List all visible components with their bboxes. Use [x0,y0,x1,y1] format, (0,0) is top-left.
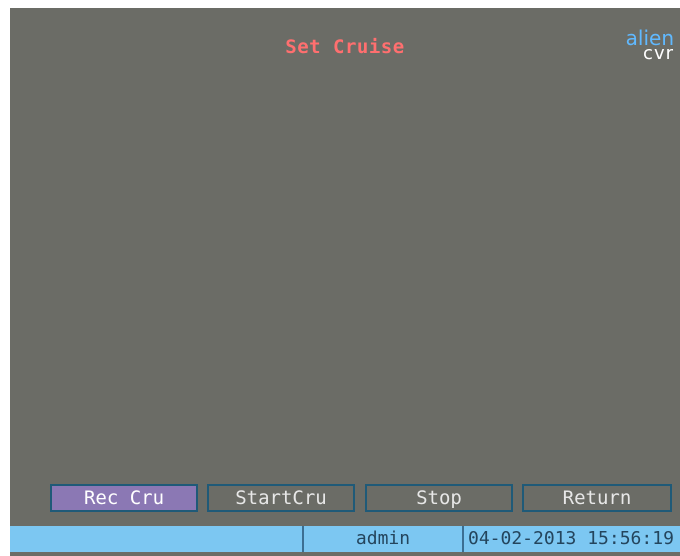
status-segment-empty [10,526,302,552]
page-title: Set Cruise [285,36,405,58]
status-user: admin [302,526,462,552]
status-bar: admin 04-02-2013 15:56:19 [10,526,680,552]
rec-cru-button[interactable]: Rec Cru [50,484,198,512]
logo-line-2: cvr [643,43,674,64]
stop-button[interactable]: Stop [365,484,513,512]
return-button[interactable]: Return [522,484,672,512]
status-datetime: 04-02-2013 15:56:19 [462,526,680,552]
dvr-screen: Set Cruise alien cvr Rec Cru StartCru St… [10,8,680,556]
brand-logo: alien cvr [614,28,674,64]
start-cru-button[interactable]: StartCru [207,484,355,512]
